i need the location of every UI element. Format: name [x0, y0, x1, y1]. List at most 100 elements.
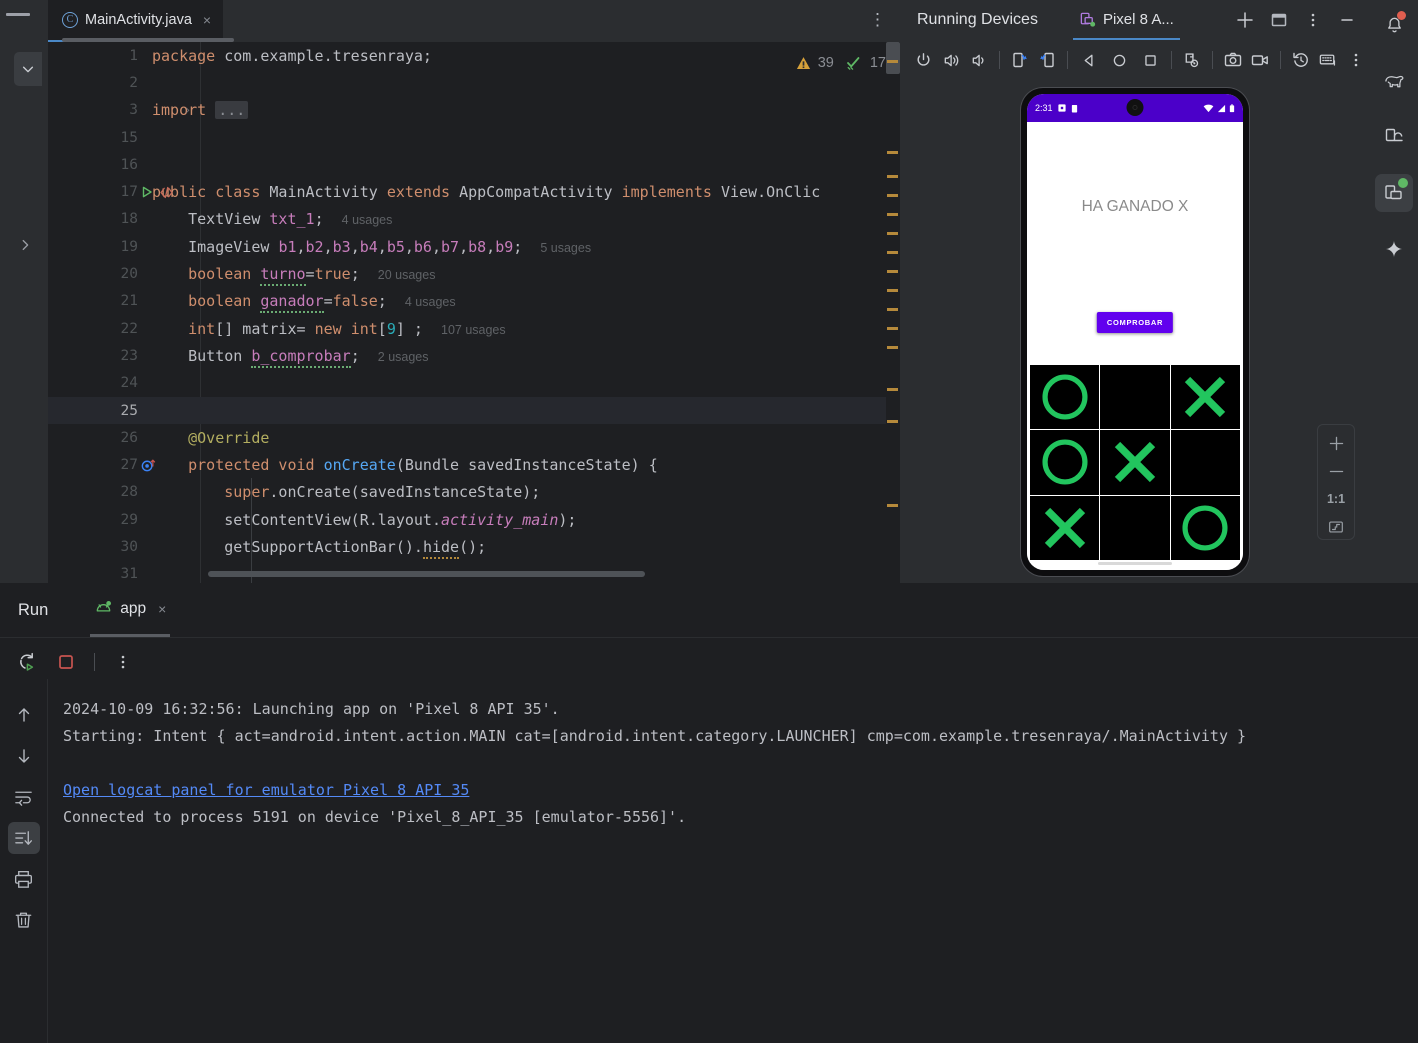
scroll-up-button[interactable] — [8, 699, 40, 731]
code-line[interactable]: 19 ImageView b1,b2,b3,b4,b5,b6,b7,b8,b9;… — [48, 233, 900, 260]
board-cell-9[interactable] — [1170, 495, 1240, 560]
code-line[interactable]: 28 super.onCreate(savedInstanceState); — [48, 479, 900, 506]
back-button[interactable] — [1074, 45, 1104, 76]
run-console-output[interactable]: 2024-10-09 16:32:56: Launching app on 'P… — [49, 679, 1418, 1043]
editor-options-button[interactable]: ⋮ — [869, 10, 886, 30]
editor-marker-strip[interactable] — [886, 42, 900, 583]
code-line[interactable]: 26 @Override — [48, 424, 900, 451]
add-device-button[interactable] — [1228, 3, 1262, 37]
editor-tab-mainactivity[interactable]: C MainActivity.java × — [48, 0, 224, 42]
running-device-badge — [1398, 178, 1408, 188]
code-line[interactable]: 21 boolean ganador=false; 4 usages — [48, 288, 900, 315]
stop-button[interactable] — [50, 646, 82, 678]
board-cell-4[interactable] — [1030, 430, 1100, 495]
board-cell-6[interactable] — [1170, 430, 1240, 495]
print-button[interactable] — [8, 863, 40, 895]
device-manager-button[interactable] — [1375, 118, 1413, 156]
override-method-icon[interactable] — [140, 457, 157, 474]
comprobar-button[interactable]: COMPROBAR — [1096, 312, 1174, 333]
run-more-button[interactable] — [107, 646, 139, 678]
split-window-button[interactable] — [1262, 3, 1296, 37]
editor-hscroll-thumb[interactable] — [208, 571, 645, 577]
wifi-icon — [1203, 104, 1214, 112]
more-vertical-icon — [121, 655, 125, 668]
code-line[interactable]: 23 Button b_comprobar; 2 usages — [48, 342, 900, 369]
code-line[interactable]: 27 protected void onCreate(Bundle savedI… — [48, 451, 900, 478]
board-cell-5[interactable] — [1100, 430, 1170, 495]
camera-cutout — [1126, 99, 1144, 116]
code-line[interactable]: 17 public class MainActivity extends AppC… — [48, 178, 900, 205]
zoom-in-button[interactable] — [1321, 431, 1351, 455]
code-line[interactable]: 3 › import ... — [48, 97, 900, 124]
panel-options-button[interactable] — [1296, 3, 1330, 37]
xml-layout-icon[interactable] — [159, 185, 174, 200]
code-line[interactable]: 2 — [48, 69, 900, 96]
screenshot-button[interactable] — [1219, 45, 1247, 76]
gradle-button[interactable] — [1375, 62, 1413, 100]
inspection-summary[interactable]: 39 17 — [784, 54, 886, 72]
volume-up-button[interactable] — [938, 45, 966, 76]
notifications-button[interactable] — [1375, 6, 1413, 44]
console-link[interactable]: Open logcat panel for emulator Pixel 8 A… — [63, 777, 1418, 804]
double-check-icon — [846, 57, 860, 70]
code-line[interactable]: 25 — [48, 396, 900, 425]
running-devices-button[interactable] — [1375, 174, 1413, 212]
run-tab-app[interactable]: app × — [90, 583, 171, 637]
gemini-button[interactable] — [1375, 230, 1413, 268]
power-button[interactable] — [910, 45, 938, 76]
signal-icon — [1217, 104, 1226, 112]
open-logcat-link[interactable]: Open logcat panel for emulator Pixel 8 A… — [63, 781, 469, 799]
actual-size-button[interactable]: 1:1 — [1321, 487, 1351, 511]
code-line[interactable]: 22 int[] matrix= new int[9] ; 107 usages — [48, 315, 900, 342]
code-line[interactable]: 20 boolean turno=true; 20 usages — [48, 260, 900, 287]
minimize-panel-button[interactable] — [1330, 3, 1364, 37]
rotate-left-icon — [1013, 52, 1027, 68]
close-tab-button[interactable]: × — [203, 12, 211, 28]
zoom-out-button[interactable] — [1321, 459, 1351, 483]
editor-horizontal-scrollbar[interactable] — [48, 571, 900, 580]
code-line[interactable]: 15 — [48, 124, 900, 151]
code-line[interactable]: 29 setContentView(R.layout.activity_main… — [48, 506, 900, 533]
volume-down-icon — [972, 54, 984, 66]
rerun-button[interactable] — [12, 646, 44, 678]
clear-console-button[interactable] — [8, 904, 40, 936]
record-screen-button[interactable] — [1246, 45, 1274, 76]
rotate-left-button[interactable] — [1006, 45, 1034, 76]
hardware-input-button[interactable] — [1315, 45, 1343, 76]
scroll-down-button[interactable] — [8, 740, 40, 772]
emulator-device-frame[interactable]: 2:31 HA GANADO X COMPROBAR — [1021, 88, 1249, 576]
fit-to-window-button[interactable] — [1321, 515, 1351, 539]
gesture-nav-pill[interactable] — [1098, 562, 1172, 565]
close-run-tab-button[interactable]: × — [158, 601, 166, 617]
expand-panel-button[interactable] — [14, 234, 36, 256]
board-cell-7[interactable] — [1030, 495, 1100, 560]
home-button[interactable] — [1105, 45, 1135, 76]
line-number: 26 — [120, 429, 138, 446]
home-circle-icon — [1113, 54, 1126, 66]
volume-down-button[interactable] — [965, 45, 993, 76]
emulator-screen[interactable]: 2:31 HA GANADO X COMPROBAR — [1027, 94, 1243, 570]
code-line[interactable]: 24 — [48, 370, 900, 397]
board-cell-1[interactable] — [1030, 365, 1100, 430]
more-actions-button[interactable] — [1342, 45, 1370, 76]
scroll-to-end-button[interactable] — [7, 822, 40, 854]
code-line[interactable]: 30 getSupportActionBar().hide(); — [48, 533, 900, 560]
editor-scrollbar-thumb[interactable] — [886, 42, 900, 74]
run-class-icon[interactable] — [140, 185, 154, 199]
collapse-panel-button[interactable] — [14, 52, 42, 86]
overview-button[interactable] — [1135, 45, 1165, 76]
code-line[interactable]: 16 — [48, 151, 900, 178]
code-area[interactable]: 1 package com.example.tresenraya; 2 3 › impo… — [48, 42, 900, 583]
soft-wrap-button[interactable] — [8, 781, 40, 813]
fold-chevron-icon[interactable]: › — [184, 103, 191, 117]
code-line[interactable]: 1 package com.example.tresenraya; — [48, 42, 900, 69]
device-tab-pixel8[interactable]: Pixel 8 A... — [1072, 0, 1180, 40]
line-number: 28 — [120, 484, 138, 501]
board-cell-3[interactable] — [1170, 365, 1240, 430]
code-line[interactable]: 18 TextView txt_1; 4 usages — [48, 206, 900, 233]
device-history-button[interactable] — [1287, 45, 1315, 76]
board-cell-2[interactable] — [1100, 365, 1170, 430]
rotate-right-button[interactable] — [1034, 45, 1062, 76]
device-settings-button[interactable] — [1178, 45, 1206, 76]
board-cell-8[interactable] — [1100, 495, 1170, 560]
